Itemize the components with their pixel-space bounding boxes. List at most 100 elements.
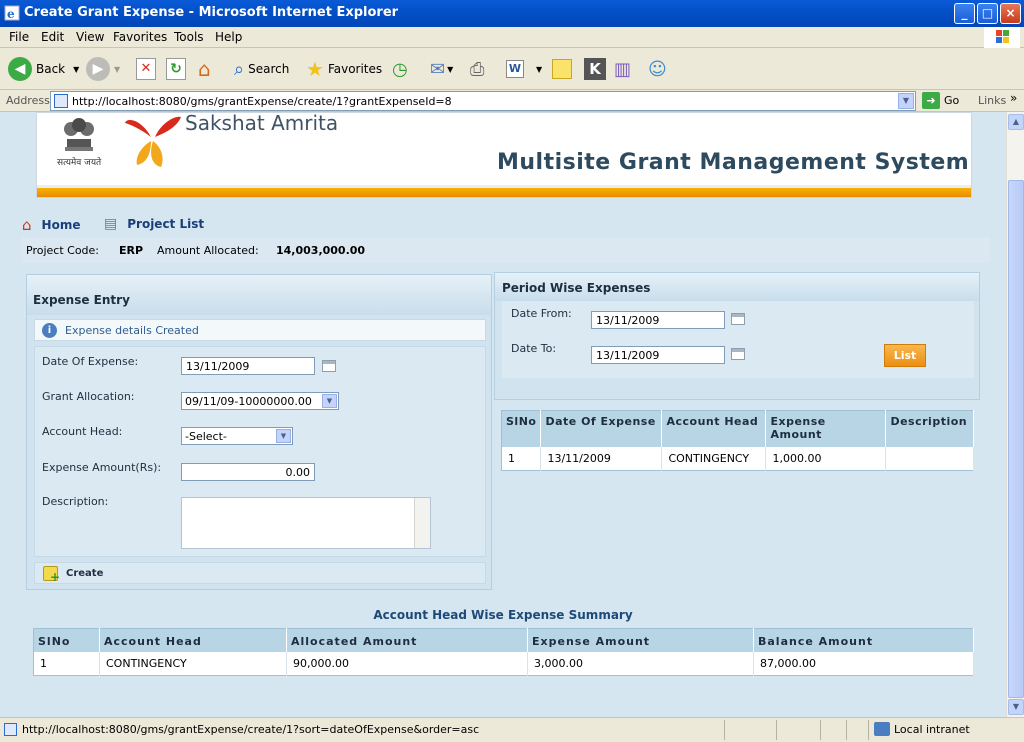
account-head-select[interactable]: -Select- ▼ [181,427,293,445]
page-scrollbar[interactable]: ▲ ▼ [1006,112,1024,717]
research-button[interactable]: ▥ [614,55,631,83]
svg-text:e: e [7,7,15,21]
k-tool-button[interactable]: K [584,55,606,83]
address-bar: Address http://localhost:8080/gms/grantE… [0,90,1024,112]
column-header-description[interactable]: Description [885,410,974,447]
links-chevron-icon[interactable]: » [1010,91,1017,105]
mail-dropdown-icon[interactable]: ▼ [447,65,453,74]
menu-favorites[interactable]: Favorites [113,30,167,44]
brand-name: Sakshat Amrita [185,112,339,135]
status-divider [776,720,777,740]
search-button[interactable]: ⌕ Search [234,55,289,83]
column-header-date[interactable]: Date Of Expense [540,410,663,447]
status-divider [846,720,847,740]
menu-view[interactable]: View [76,30,104,44]
period-wise-panel: Period Wise Expenses Date From: 13/11/20… [494,272,980,400]
address-label: Address [6,94,50,107]
security-zone: Local intranet [874,722,970,736]
scroll-down-icon[interactable]: ▼ [1008,699,1024,715]
status-divider [724,720,725,740]
refresh-button[interactable]: ↻ [166,55,186,83]
scroll-up-icon[interactable]: ▲ [1008,114,1024,130]
date-to-input[interactable]: 13/11/2009 [591,346,725,364]
cell-date: 13/11/2009 [540,446,663,471]
address-dropdown-icon[interactable]: ▼ [898,93,914,109]
menu-tools[interactable]: Tools [174,30,204,44]
project-list-label: Project List [127,217,205,231]
back-button[interactable]: ◀ Back ▼ [8,55,79,83]
home-button[interactable]: ⌂ [198,55,211,83]
calendar-icon[interactable] [322,360,336,372]
project-info-bar: Project Code: ERP Amount Allocated: 14,0… [22,237,990,263]
period-wise-header: Period Wise Expenses [495,273,979,301]
menu-file[interactable]: File [9,30,29,44]
home-icon: ⌂ [22,216,32,234]
expense-amount-input[interactable]: 0.00 [181,463,315,481]
list-button[interactable]: List [884,344,926,367]
edit-button[interactable]: W ▼ [506,55,542,83]
system-title: Multisite Grant Management System [497,150,970,175]
close-button[interactable]: × [1000,3,1021,24]
menu-edit[interactable]: Edit [41,30,64,44]
stop-button[interactable]: ✕ [136,55,156,83]
column-header-slno: SlNo [33,628,100,652]
edit-dropdown-icon[interactable]: ▼ [536,65,542,74]
window-title-bar: e Create Grant Expense - Microsoft Inter… [0,0,1024,27]
column-header-account-head: Account Head [99,628,287,652]
expense-entry-header: Expense Entry [27,275,491,315]
calendar-icon[interactable] [731,313,745,325]
mail-button[interactable]: ✉ ▼ [430,55,453,83]
home-link[interactable]: ⌂ Home [22,216,80,234]
word-icon: W [506,60,524,78]
discuss-button[interactable] [552,55,572,83]
address-input[interactable]: http://localhost:8080/gms/grantExpense/c… [50,91,916,111]
date-of-expense-label: Date Of Expense: [42,355,139,368]
column-header-account-head[interactable]: Account Head [661,410,767,447]
stop-icon: ✕ [136,58,156,80]
success-message: i Expense details Created [34,319,486,341]
maximize-button[interactable]: □ [977,3,998,24]
menu-bar: File Edit View Favorites Tools Help [0,27,1024,48]
project-list-link[interactable]: ▤ Project List [104,216,204,232]
forward-dropdown-icon[interactable]: ▼ [114,65,120,74]
cell-description [885,446,974,471]
page-icon [54,94,68,108]
date-from-input[interactable]: 13/11/2009 [591,311,725,329]
menu-help[interactable]: Help [215,30,242,44]
minimize-button[interactable]: _ [954,3,975,24]
textarea-scrollbar[interactable] [414,498,430,548]
back-label: Back [36,62,66,76]
calendar-icon[interactable] [731,348,745,360]
scrollbar-thumb[interactable] [1008,180,1024,698]
amrita-logo-icon [125,116,181,167]
back-dropdown-icon[interactable]: ▼ [73,65,79,74]
grant-allocation-select[interactable]: 09/11/09-10000000.00 ▼ [181,392,339,410]
list-icon: ▤ [104,216,118,232]
cell-expense-amount: 3,000.00 [527,651,754,675]
cell-account-head: CONTINGENCY [99,651,287,675]
create-button[interactable]: Create [34,562,486,584]
links-label[interactable]: Links [978,94,1006,107]
status-divider [820,720,821,740]
status-bar: http://localhost:8080/gms/grantExpense/c… [0,717,1024,742]
column-header-expense-amount[interactable]: Expense Amount [765,410,887,447]
expense-entry-panel: Expense Entry i Expense details Created … [26,274,492,590]
date-of-expense-input[interactable]: 13/11/2009 [181,357,315,375]
date-to-label: Date To: [511,342,557,355]
messenger-button[interactable]: ☺ [648,55,667,83]
date-from-label: Date From: [511,307,572,320]
emblem-motto: सत्यमेव जयते [57,158,102,168]
emblem-icon [64,118,94,151]
print-button[interactable]: ⎙ [470,55,484,83]
forward-button[interactable]: ▶ ▼ [86,55,120,83]
description-textarea[interactable] [181,497,431,549]
go-button[interactable]: ➜ Go [922,92,959,109]
period-filter-form: Date From: 13/11/2009 Date To: 13/11/200… [502,301,974,378]
summary-title: Account Head Wise Expense Summary [373,608,633,622]
history-button[interactable]: ◷ [392,55,408,83]
success-message-text: Expense details Created [65,324,199,337]
column-header-slno[interactable]: SlNo [501,410,542,447]
expense-amount-label: Expense Amount(Rs): [42,461,162,474]
back-arrow-icon: ◀ [8,57,32,81]
favorites-button[interactable]: ★ Favorites [306,55,382,83]
